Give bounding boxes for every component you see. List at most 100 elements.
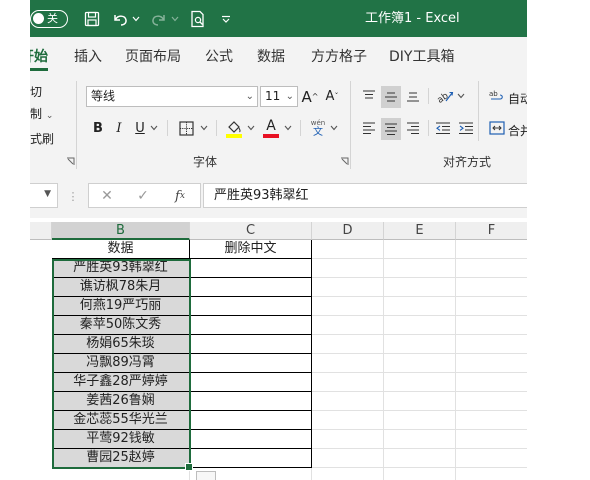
data-cell-b[interactable]: 杨娟65朱琰 <box>52 335 190 354</box>
tab-data[interactable]: 数据 <box>257 37 285 75</box>
cell-e[interactable] <box>384 468 456 480</box>
wrap-text-label[interactable]: 自动 <box>508 90 527 107</box>
column-header-e[interactable]: E <box>384 222 456 240</box>
merge-label[interactable]: 合并 <box>508 122 527 139</box>
tab-formulas[interactable]: 公式 <box>205 37 233 75</box>
align-bottom-icon[interactable] <box>404 86 422 106</box>
cell-e[interactable] <box>384 449 456 468</box>
cell-e[interactable] <box>384 392 456 411</box>
data-cell-b[interactable]: 谯访枫78朱月 <box>52 278 190 297</box>
increase-font-size-icon[interactable]: A ^ <box>301 86 319 107</box>
cell-d[interactable] <box>312 411 384 430</box>
copy-button[interactable]: 复制 ⌄ <box>30 105 53 122</box>
header-cell-c[interactable]: 删除中文 <box>190 240 312 259</box>
customize-toolbar-icon[interactable] <box>220 9 232 29</box>
fill-color-dropdown-chevron-icon[interactable] <box>246 118 256 138</box>
cell-d[interactable] <box>312 392 384 411</box>
cell-d[interactable] <box>312 373 384 392</box>
data-cell-b[interactable]: 曹园25赵婷 <box>52 449 190 468</box>
cell-f[interactable] <box>456 411 527 430</box>
cell-c[interactable] <box>190 392 312 411</box>
font-size-box[interactable]: 11 ⌄ <box>260 86 298 107</box>
cell-f[interactable] <box>456 240 527 259</box>
cell-e[interactable] <box>384 354 456 373</box>
confirm-entry-icon[interactable]: ✓ <box>133 186 153 206</box>
align-middle-icon[interactable] <box>381 86 401 108</box>
insert-function-icon[interactable]: fx <box>169 186 191 206</box>
save-icon[interactable] <box>82 9 102 29</box>
undo-dropdown-chevron-icon[interactable] <box>131 9 141 29</box>
cell-d[interactable] <box>312 240 384 259</box>
cell-f[interactable] <box>456 278 527 297</box>
data-cell-b[interactable]: 秦苹50陈文秀 <box>52 316 190 335</box>
cell-e[interactable] <box>384 240 456 259</box>
underline-dropdown-chevron-icon[interactable] <box>149 118 159 138</box>
cell-c[interactable] <box>190 278 312 297</box>
cell-c[interactable] <box>190 297 312 316</box>
formula-input[interactable]: 严胜英93韩翠红 <box>203 183 527 208</box>
cell-e[interactable] <box>384 316 456 335</box>
column-header-b[interactable]: B <box>52 222 190 240</box>
name-box[interactable]: ▼ <box>30 183 58 208</box>
tab-insert[interactable]: 插入 <box>74 37 102 75</box>
cell-c[interactable] <box>190 449 312 468</box>
undo-icon[interactable] <box>110 9 130 29</box>
fill-handle[interactable] <box>185 463 193 471</box>
tab-home[interactable]: 开始 <box>30 37 48 75</box>
data-cell-b[interactable]: 冯飘89冯霄 <box>52 354 190 373</box>
format-painter-button[interactable]: 格式刷 <box>30 130 54 147</box>
redo-dropdown-chevron-icon[interactable] <box>170 9 180 29</box>
cell-e[interactable] <box>384 335 456 354</box>
align-center-icon[interactable] <box>381 118 401 140</box>
cell-e[interactable] <box>384 430 456 449</box>
cancel-entry-icon[interactable]: ✕ <box>97 186 117 206</box>
cell-c[interactable] <box>190 354 312 373</box>
cell-c[interactable] <box>190 259 312 278</box>
cell-f[interactable] <box>456 354 527 373</box>
cell-c[interactable] <box>190 430 312 449</box>
cell-f[interactable] <box>456 449 527 468</box>
data-cell-b[interactable]: 华子鑫28严婷婷 <box>52 373 190 392</box>
borders-icon[interactable] <box>177 118 195 138</box>
cell-c[interactable] <box>190 411 312 430</box>
cell-d[interactable] <box>312 278 384 297</box>
cell-f[interactable] <box>456 316 527 335</box>
cell-f[interactable] <box>456 297 527 316</box>
cell-e[interactable] <box>384 297 456 316</box>
column-header-f[interactable]: F <box>456 222 527 240</box>
cell-d[interactable] <box>312 259 384 278</box>
autosave-toggle[interactable]: 关 <box>30 10 68 28</box>
data-cell-b[interactable]: 严胜英93韩翠红 <box>52 259 190 278</box>
column-header-d[interactable]: D <box>312 222 384 240</box>
cell-f[interactable] <box>456 259 527 278</box>
cell-f[interactable] <box>456 392 527 411</box>
cut-button[interactable]: 剪切 <box>30 83 42 100</box>
fill-color-icon[interactable] <box>224 118 244 140</box>
align-right-icon[interactable] <box>404 118 422 138</box>
clipboard-launcher-icon[interactable] <box>66 157 75 166</box>
tab-page-layout[interactable]: 页面布局 <box>125 37 181 75</box>
merge-center-icon[interactable] <box>488 118 506 138</box>
font-color-dropdown-chevron-icon[interactable] <box>283 118 293 138</box>
cell-d[interactable] <box>312 449 384 468</box>
align-top-icon[interactable] <box>360 86 378 106</box>
redo-icon[interactable] <box>149 9 169 29</box>
data-cell-b[interactable]: 何燕19严巧丽 <box>52 297 190 316</box>
cell-d[interactable] <box>312 468 384 480</box>
cell-c[interactable] <box>190 373 312 392</box>
bold-button[interactable]: B <box>90 118 106 138</box>
cell-c[interactable] <box>190 335 312 354</box>
header-cell-b[interactable]: 数据 <box>52 240 190 259</box>
wrap-text-icon[interactable]: ab <box>488 86 506 106</box>
align-left-icon[interactable] <box>360 118 378 138</box>
cell-d[interactable] <box>312 316 384 335</box>
data-cell-b[interactable]: 姜茜26鲁娴 <box>52 392 190 411</box>
font-name-box[interactable]: 等线 ⌄ <box>86 86 258 107</box>
cell-f[interactable] <box>456 335 527 354</box>
print-preview-icon[interactable] <box>188 9 208 29</box>
decrease-indent-icon[interactable] <box>434 118 452 138</box>
orientation-icon[interactable]: ab <box>435 86 455 106</box>
cell-f[interactable] <box>456 373 527 392</box>
decrease-font-size-icon[interactable]: Aˇ <box>323 86 341 107</box>
select-all-corner[interactable] <box>30 222 52 240</box>
